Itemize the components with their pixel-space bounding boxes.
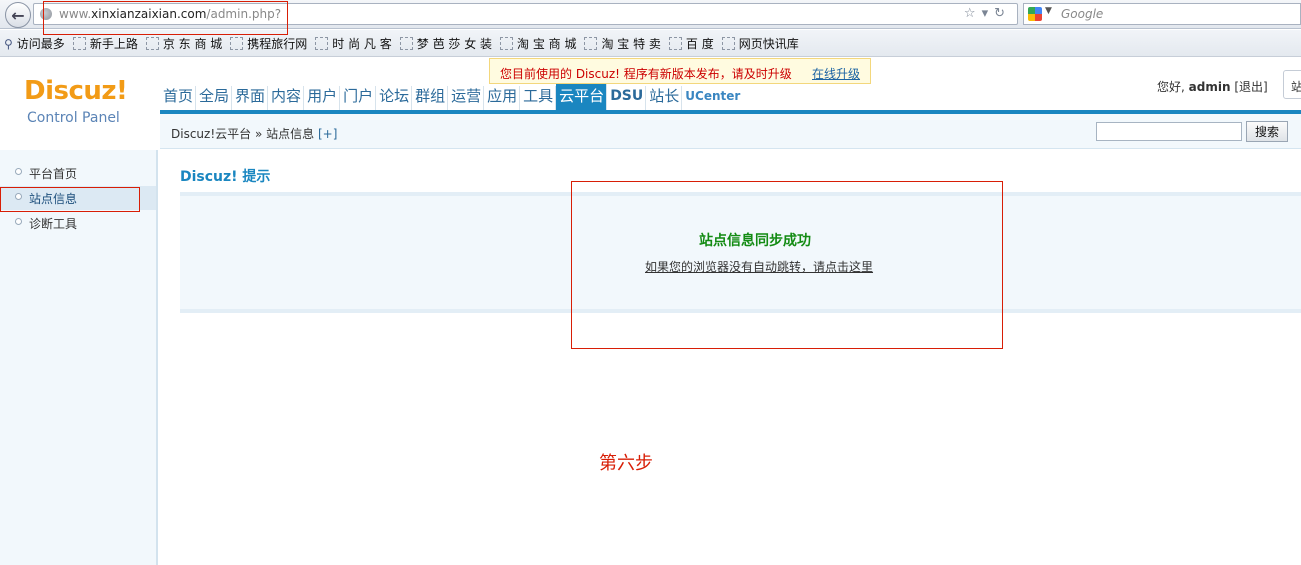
nav-tab[interactable]: 内容	[268, 86, 305, 112]
discuz-logo: Discuz!	[24, 76, 128, 106]
site-button[interactable]: 站	[1283, 70, 1301, 99]
star-icon[interactable]: ☆	[964, 6, 982, 21]
breadcrumb: Discuz!云平台 » 站点信息 [+]	[171, 125, 337, 142]
sidebar-item-label: 站点信息	[29, 192, 78, 206]
nav-tab[interactable]: 工具	[520, 86, 557, 112]
logout-link[interactable]: [退出]	[1234, 80, 1267, 94]
circle-bullet-icon	[15, 168, 22, 175]
magnifier-icon: ⚲	[4, 36, 13, 51]
bookmark-icon	[500, 36, 514, 50]
bookmark-icon	[145, 36, 159, 50]
username: admin	[1188, 80, 1231, 94]
bookmark-item[interactable]: 梦 芭 莎 女 装	[399, 35, 493, 52]
user-info: 您好, admin [退出]	[1157, 78, 1268, 95]
admin-search-input[interactable]	[1096, 122, 1242, 141]
main-nav: 首页 全局 界面 内容 用户 门户 论坛 群组 运营 应用 工具 云平台 DSU 站长 UCenter	[160, 82, 742, 112]
circle-bullet-icon	[15, 218, 22, 225]
bookmark-label: 京 东 商 城	[162, 36, 223, 51]
nav-tab[interactable]: 应用	[484, 86, 521, 112]
step-annotation: 第六步	[599, 453, 653, 474]
bookmark-icon	[721, 36, 735, 50]
address-bar[interactable]: www.xinxianzaixian.com/admin.php? ☆▾↻	[33, 3, 1018, 25]
bookmark-label: 淘 宝 商 城	[517, 36, 577, 51]
nav-tab[interactable]: 运营	[448, 86, 485, 112]
nav-tab[interactable]: 界面	[232, 86, 269, 112]
message-box: 站点信息同步成功 如果您的浏览器没有自动跳转，请点击这里	[180, 192, 1301, 313]
google-icon[interactable]	[1028, 7, 1042, 21]
upgrade-notice: 您目前使用的 Discuz! 程序有新版本发布，请及时升级 在线升级	[489, 58, 871, 84]
nav-tab[interactable]: UCenter	[682, 86, 742, 112]
sidebar-item[interactable]: 平台首页	[0, 161, 156, 185]
bookmark-item[interactable]: 新手上路	[72, 35, 138, 52]
page-title: Discuz! 提示	[180, 169, 271, 185]
sidebar: 平台首页站点信息诊断工具	[0, 150, 158, 565]
reload-icon[interactable]: ↻	[994, 6, 1011, 21]
bookmark-label: 网页快讯库	[738, 36, 799, 51]
nav-tab[interactable]: 用户	[304, 86, 341, 112]
bookmark-item[interactable]: ⚲ 访问最多	[4, 35, 65, 52]
browser-search-bar[interactable]: ▼ Google	[1023, 3, 1301, 25]
bookmark-label: 淘 宝 特 卖	[601, 36, 661, 51]
admin-search-button[interactable]: 搜索	[1246, 121, 1288, 142]
url-actions: ☆▾↻	[964, 6, 1011, 21]
search-placeholder: Google	[1061, 7, 1104, 21]
bookmark-icon	[72, 36, 86, 50]
add-shortcut-link[interactable]: [+]	[318, 127, 337, 141]
bookmark-label: 访问最多	[16, 36, 65, 51]
circle-bullet-icon	[15, 193, 22, 200]
sidebar-item[interactable]: 诊断工具	[0, 211, 156, 235]
bookmark-icon	[668, 36, 682, 50]
bookmarks-bar: ⚲ 访问最多 新手上路 京 东 商 城 携程旅行网 时 尚 凡 客 梦 芭 莎 女 装 淘 宝…	[0, 30, 1301, 57]
bookmark-icon	[399, 36, 413, 50]
success-message: 站点信息同步成功	[699, 233, 811, 249]
nav-tab[interactable]: DSU	[607, 86, 647, 112]
bookmark-item[interactable]: 携程旅行网	[230, 35, 307, 52]
url-text: www.xinxianzaixian.com/admin.php?	[59, 7, 282, 21]
bookmark-item[interactable]: 时 尚 凡 客	[315, 35, 392, 52]
upgrade-link[interactable]: 在线升级	[812, 65, 860, 82]
redirect-link[interactable]: 如果您的浏览器没有自动跳转，请点击这里	[645, 258, 873, 275]
bookmark-item[interactable]: 淘 宝 特 卖	[584, 35, 661, 52]
nav-tab[interactable]: 首页	[160, 86, 197, 112]
back-button[interactable]: ←	[5, 2, 31, 28]
nav-tab[interactable]: 站长	[646, 86, 683, 112]
subheader: Discuz!云平台 » 站点信息 [+] 搜索	[160, 114, 1301, 149]
nav-tab[interactable]: 群组	[412, 86, 449, 112]
bookmark-label: 新手上路	[89, 36, 138, 51]
bookmark-item[interactable]: 网页快讯库	[721, 35, 799, 52]
bookmark-icon	[230, 36, 244, 50]
sidebar-item[interactable]: 站点信息	[0, 186, 156, 210]
browser-toolbar: ← www.xinxianzaixian.com/admin.php? ☆▾↻ …	[0, 0, 1301, 29]
bookmark-label: 百 度	[685, 36, 714, 51]
logo-subtitle: Control Panel	[27, 110, 120, 126]
bookmark-item[interactable]: 淘 宝 商 城	[500, 35, 576, 52]
nav-tab[interactable]: 门户	[340, 86, 377, 112]
notice-text: 您目前使用的 Discuz! 程序有新版本发布，请及时升级	[500, 67, 792, 81]
sidebar-item-label: 平台首页	[29, 167, 78, 181]
nav-tab[interactable]: 论坛	[376, 86, 413, 112]
bookmark-item[interactable]: 百 度	[668, 35, 714, 52]
sidebar-item-label: 诊断工具	[29, 217, 78, 231]
bookmark-icon	[315, 36, 329, 50]
nav-tab[interactable]: 云平台	[556, 84, 608, 112]
dropdown-icon[interactable]: ▾	[982, 6, 995, 21]
chevron-down-icon[interactable]: ▼	[1045, 6, 1052, 16]
bookmark-label: 携程旅行网	[247, 36, 308, 51]
breadcrumb-text: Discuz!云平台 » 站点信息	[171, 127, 315, 141]
bookmark-label: 梦 芭 莎 女 装	[416, 36, 493, 51]
bookmark-icon	[584, 36, 598, 50]
bookmark-item[interactable]: 京 东 商 城	[145, 35, 223, 52]
nav-tab[interactable]: 全局	[196, 86, 233, 112]
arrow-left-icon: ←	[11, 5, 25, 25]
bookmark-label: 时 尚 凡 客	[332, 36, 392, 51]
globe-icon	[40, 8, 52, 20]
greeting: 您好,	[1157, 80, 1185, 94]
